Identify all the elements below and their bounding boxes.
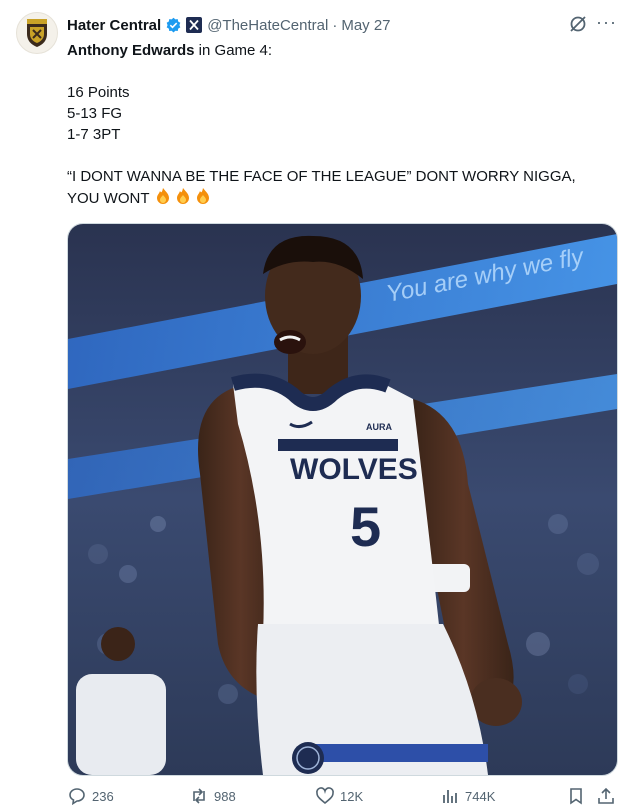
tweet: Hater Central @TheHateCentral · May 27 ·… (0, 0, 620, 811)
repost-icon (193, 788, 205, 804)
shield-logo-icon (27, 19, 47, 47)
reply-icon (69, 788, 85, 806)
intro-rest: in Game 4: (194, 42, 273, 59)
verified-badge-icon (165, 17, 182, 34)
jersey-team: WOLVES (290, 453, 418, 486)
fire-icon (176, 188, 189, 204)
player-name: Anthony Edwards (67, 42, 195, 59)
quote-line-2: YOU WONT (67, 187, 602, 209)
fire-icon (196, 188, 209, 204)
reply-button[interactable]: 236 (67, 786, 114, 806)
grok-icon[interactable] (568, 14, 588, 39)
fire-emoji-group (154, 187, 214, 205)
quote-line: “I DONT WANNA BE THE FACE OF THE LEAGUE”… (67, 168, 576, 185)
intro-line: Anthony Edwards in Game 4: (67, 40, 602, 61)
views-button[interactable]: 744K (440, 786, 495, 806)
bookmark-button[interactable] (566, 786, 586, 806)
like-button[interactable]: 12K (315, 786, 363, 806)
stat-line: 16 Points (67, 84, 130, 101)
tweet-text: Anthony Edwards in Game 4: 16 Points 5-1… (67, 40, 602, 209)
affiliate-x-icon[interactable] (186, 17, 203, 33)
more-icon[interactable]: ··· (596, 12, 617, 33)
action-bar: 236 988 12K 744K (67, 786, 616, 806)
fire-icon (156, 188, 169, 204)
reply-count: 236 (92, 788, 114, 804)
share-button[interactable] (596, 786, 616, 806)
player-celebration-photo: You are why we fly AURA WOLVES 5 (68, 224, 617, 775)
tweet-header: Hater Central @TheHateCentral · May 27 (67, 14, 391, 36)
avatar[interactable] (16, 12, 58, 54)
author-name[interactable]: Hater Central (67, 17, 161, 34)
author-handle[interactable]: @TheHateCentral (207, 17, 328, 34)
tweet-photo[interactable]: You are why we fly AURA WOLVES 5 (67, 223, 618, 776)
post-date[interactable]: May 27 (341, 17, 390, 34)
bookmark-icon (570, 788, 582, 805)
stat-line: 5-13 FG (67, 105, 123, 122)
views-count: 744K (465, 788, 496, 804)
views-icon (443, 790, 457, 803)
quote-line-2-text: YOU WONT (67, 190, 150, 207)
share-icon (598, 787, 614, 804)
stat-line: 1-7 3PT (67, 126, 121, 143)
jersey-brand: AURA (366, 422, 392, 432)
like-count: 12K (340, 788, 364, 804)
separator-dot: · (332, 16, 338, 34)
jersey-number: 5 (350, 495, 381, 558)
repost-count: 988 (214, 788, 236, 804)
repost-button[interactable]: 988 (189, 786, 236, 806)
like-icon (316, 787, 334, 805)
